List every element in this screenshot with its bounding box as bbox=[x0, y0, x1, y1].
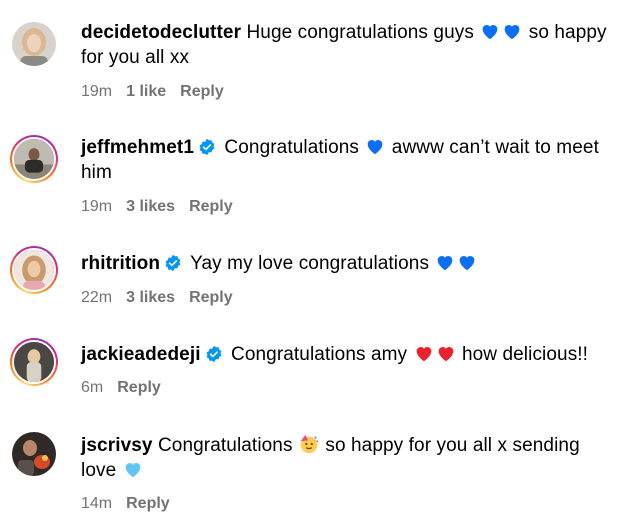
comment-time: 6m bbox=[81, 379, 104, 396]
red-heart-emoji bbox=[435, 342, 457, 364]
verified-badge-icon bbox=[205, 345, 223, 363]
comment-meta: 6m Reply bbox=[81, 378, 175, 398]
comment-username[interactable]: jeffmehmet1 bbox=[81, 137, 194, 158]
blue-heart-emoji bbox=[434, 251, 456, 273]
comment-username[interactable]: rhitrition bbox=[81, 253, 160, 274]
comment-username[interactable]: jackieadedeji bbox=[81, 344, 201, 365]
comment-time: 19m bbox=[81, 83, 113, 100]
avatar[interactable] bbox=[10, 246, 58, 294]
reply-button[interactable]: Reply bbox=[189, 198, 233, 215]
verified-badge-icon bbox=[164, 254, 182, 272]
comment-text-before: Congratulations amy bbox=[231, 344, 408, 365]
comment-text: jackieadedeji Congratulations amy how de… bbox=[81, 342, 620, 367]
comment-meta: 14m Reply bbox=[81, 494, 184, 514]
likes-count[interactable]: 3 likes bbox=[126, 289, 175, 306]
verified-badge-icon bbox=[198, 138, 216, 156]
comment-username[interactable]: decidetodeclutter bbox=[81, 22, 241, 43]
comment-text-after: so happy for you all x sending love bbox=[81, 435, 580, 481]
light-blue-heart-emoji bbox=[122, 458, 144, 480]
reply-button[interactable]: Reply bbox=[180, 83, 224, 100]
comment-time: 14m bbox=[81, 495, 113, 512]
avatar[interactable] bbox=[10, 338, 58, 386]
comment-time: 22m bbox=[81, 289, 113, 306]
comment-meta: 19m 3 likes Reply bbox=[81, 197, 247, 217]
reply-button[interactable]: Reply bbox=[117, 379, 161, 396]
blue-heart-emoji bbox=[479, 20, 501, 42]
comment-meta: 22m 3 likes Reply bbox=[81, 288, 247, 308]
avatar-photo-icon bbox=[12, 432, 56, 476]
avatar[interactable] bbox=[10, 135, 58, 183]
comment-username[interactable]: jscrivsy bbox=[81, 435, 153, 456]
avatar[interactable] bbox=[12, 432, 56, 476]
comment-text: decidetodeclutter Huge congratulations g… bbox=[81, 20, 620, 70]
partying-face-emoji bbox=[298, 433, 320, 455]
avatar[interactable] bbox=[12, 22, 56, 66]
avatar-photo-icon bbox=[14, 250, 54, 290]
comment-text-before: Congratulations bbox=[224, 137, 360, 158]
comment-text: jeffmehmet1 Congratulations awww can’t w… bbox=[81, 135, 620, 185]
comment-text: jscrivsy Congratulations so happy for yo… bbox=[81, 433, 620, 483]
likes-count[interactable]: 3 likes bbox=[126, 198, 175, 215]
red-heart-emoji bbox=[413, 342, 435, 364]
comment-text: rhitrition Yay my love congratulations bbox=[81, 251, 620, 276]
comment-time: 19m bbox=[81, 198, 113, 215]
comment-meta: 19m 1 like Reply bbox=[81, 82, 238, 102]
avatar-photo-icon bbox=[14, 342, 54, 382]
comment-text-before: Yay my love congratulations bbox=[190, 253, 430, 274]
reply-button[interactable]: Reply bbox=[189, 289, 233, 306]
blue-heart-emoji bbox=[501, 20, 523, 42]
reply-button[interactable]: Reply bbox=[126, 495, 170, 512]
avatar-photo-icon bbox=[14, 139, 54, 179]
comment-text-after: how delicious!! bbox=[461, 344, 589, 365]
likes-count[interactable]: 1 like bbox=[126, 83, 166, 100]
blue-heart-emoji bbox=[456, 251, 478, 273]
comment-text-before: Huge congratulations guys bbox=[246, 22, 474, 43]
blue-heart-emoji bbox=[364, 135, 386, 157]
comment-text-before: Congratulations bbox=[157, 435, 293, 456]
avatar-photo-icon bbox=[12, 22, 56, 66]
